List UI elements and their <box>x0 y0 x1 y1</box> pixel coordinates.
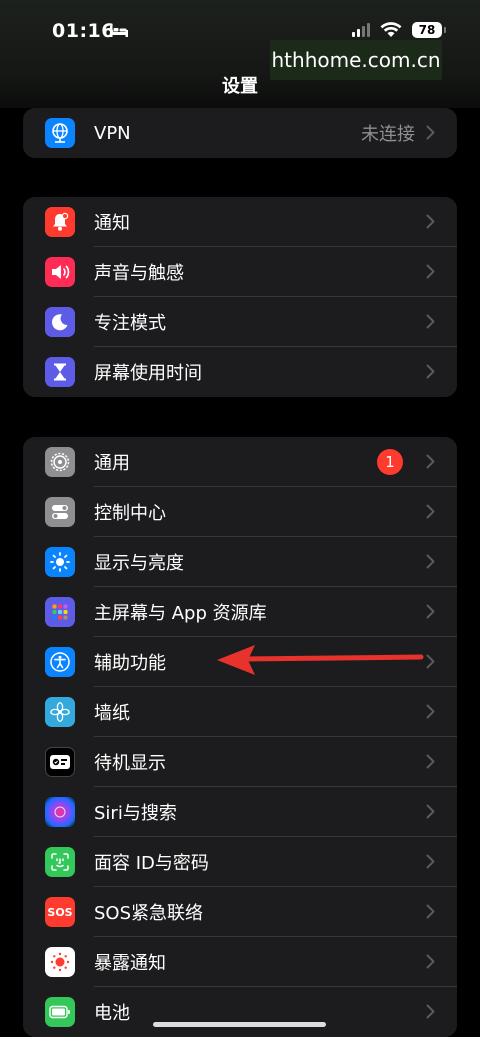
chevron-right-icon <box>426 214 435 229</box>
settings-row-notifications[interactable]: 通知 <box>23 197 457 247</box>
row-label: 待机显示 <box>94 753 166 774</box>
row-label: 辅助功能 <box>94 653 166 674</box>
row-label: 声音与触感 <box>94 263 184 284</box>
settings-row-vpn[interactable]: VPN 未连接 <box>23 108 457 158</box>
chevron-right-icon <box>426 954 435 969</box>
chevron-right-icon <box>426 654 435 669</box>
chevron-right-icon <box>426 704 435 719</box>
row-label: 控制中心 <box>94 503 166 524</box>
row-label: VPN <box>94 122 131 144</box>
vpn-status-value: 未连接 <box>361 124 415 145</box>
chevron-right-icon <box>426 554 435 569</box>
vpn-globe-icon <box>45 118 75 148</box>
chevron-right-icon <box>426 504 435 519</box>
bell-icon <box>45 207 75 237</box>
settings-row-focus[interactable]: 专注模式 <box>23 297 457 347</box>
chevron-right-icon <box>426 1004 435 1019</box>
standby-icon <box>45 747 75 777</box>
annotation-arrow-icon <box>217 645 424 675</box>
hourglass-icon <box>45 357 75 387</box>
row-label: 墙纸 <box>94 703 130 724</box>
chevron-right-icon <box>426 604 435 619</box>
toggles-icon <box>45 497 75 527</box>
exposure-icon <box>45 947 75 977</box>
row-label: 暴露通知 <box>94 953 166 974</box>
accessibility-icon <box>45 647 75 677</box>
settings-row-control-center[interactable]: 控制中心 <box>23 487 457 537</box>
chevron-right-icon <box>426 804 435 819</box>
notification-badge: 1 <box>377 449 403 475</box>
settings-group-network: VPN 未连接 <box>23 108 457 158</box>
settings-row-home-screen[interactable]: 主屏幕与 App 资源库 <box>23 587 457 637</box>
sun-icon <box>45 547 75 577</box>
row-label: 通用 <box>94 453 130 474</box>
settings-row-siri[interactable]: Siri与搜索 <box>23 787 457 837</box>
battery-icon <box>45 997 75 1027</box>
speaker-icon <box>45 257 75 287</box>
row-label: 通知 <box>94 213 130 234</box>
settings-row-face-id[interactable]: 面容 ID与密码 <box>23 837 457 887</box>
wifi-icon <box>380 22 402 37</box>
clock: 01:16 <box>52 20 115 42</box>
row-label: 显示与亮度 <box>94 553 184 574</box>
chevron-right-icon <box>426 754 435 769</box>
chevron-right-icon <box>426 364 435 379</box>
settings-row-battery[interactable]: 电池 <box>23 987 457 1037</box>
row-label: 电池 <box>94 1003 130 1024</box>
app-grid-icon <box>45 597 75 627</box>
row-label: SOS紧急联络 <box>94 903 204 924</box>
settings-row-screen-time[interactable]: 屏幕使用时间 <box>23 347 457 397</box>
settings-row-display-brightness[interactable]: 显示与亮度 <box>23 537 457 587</box>
siri-icon <box>45 797 75 827</box>
cellular-signal-icon <box>352 23 370 37</box>
battery-indicator: 78 <box>412 22 446 38</box>
settings-row-emergency-sos[interactable]: SOS SOS紧急联络 <box>23 887 457 937</box>
chevron-right-icon <box>426 854 435 869</box>
chevron-right-icon <box>426 125 435 140</box>
settings-row-general[interactable]: 通用 1 <box>23 437 457 487</box>
settings-row-exposure[interactable]: 暴露通知 <box>23 937 457 987</box>
moon-icon <box>45 307 75 337</box>
settings-row-standby[interactable]: 待机显示 <box>23 737 457 787</box>
settings-row-sounds[interactable]: 声音与触感 <box>23 247 457 297</box>
settings-group-notifications: 通知 声音与触感 专注模式 屏幕使用时间 <box>23 197 457 397</box>
home-indicator <box>153 1022 326 1027</box>
row-label: 主屏幕与 App 资源库 <box>94 603 267 624</box>
row-label: 专注模式 <box>94 313 166 334</box>
chevron-right-icon <box>426 264 435 279</box>
flower-icon <box>45 697 75 727</box>
sleep-bed-icon <box>110 26 128 37</box>
settings-group-general: 通用 1 控制中心 显示与亮度 主屏幕与 App 资源库 辅助功能 墙纸 待机显… <box>23 437 457 1037</box>
page-title: 设置 <box>222 76 258 97</box>
chevron-right-icon <box>426 904 435 919</box>
row-label: 屏幕使用时间 <box>94 363 202 384</box>
settings-row-wallpaper[interactable]: 墙纸 <box>23 687 457 737</box>
face-id-icon <box>45 847 75 877</box>
gear-icon <box>45 447 75 477</box>
row-label: 面容 ID与密码 <box>94 853 209 874</box>
row-label: Siri与搜索 <box>94 803 177 824</box>
chevron-right-icon <box>426 454 435 469</box>
sos-icon: SOS <box>45 897 75 927</box>
chevron-right-icon <box>426 314 435 329</box>
